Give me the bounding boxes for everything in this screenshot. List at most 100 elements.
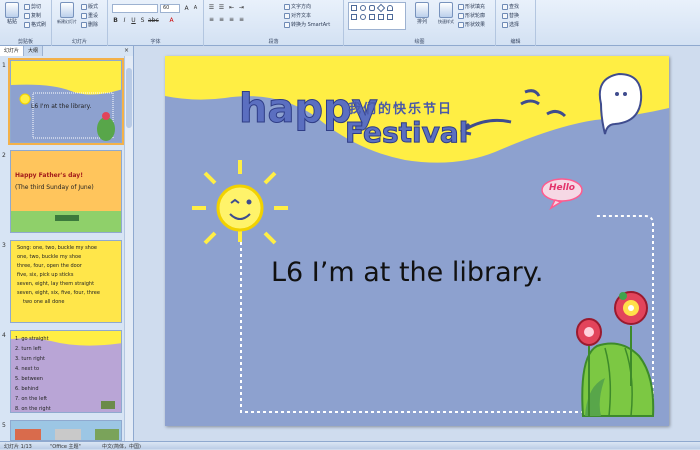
align-text-label: 对齐文本 xyxy=(291,13,312,19)
slide-thumbnail-5[interactable] xyxy=(10,420,122,441)
arrow-shape-icon[interactable] xyxy=(378,14,384,20)
delete-icon xyxy=(81,21,87,28)
grow-font-icon[interactable]: A xyxy=(183,5,190,12)
slide-thumbnail-2[interactable]: Happy Father's day! (The third Sunday of… xyxy=(10,150,122,233)
editing-group-label: 编辑 xyxy=(510,39,521,45)
font-color-button[interactable]: A xyxy=(168,17,175,24)
reset-icon xyxy=(81,12,87,19)
thumb-4-line-2: 2. turn left xyxy=(15,346,42,352)
thumb-3-line-4: five, six, pick up sticks xyxy=(17,272,74,278)
increase-indent-icon[interactable]: ⇥ xyxy=(238,4,245,11)
bullets-icon[interactable]: ☰ xyxy=(208,4,215,11)
font-name-combo[interactable] xyxy=(112,4,158,13)
cut-label: 剪切 xyxy=(31,4,42,10)
shadow-button[interactable]: S xyxy=(139,17,146,24)
thumb-3-line-3: three, four, open the door xyxy=(17,263,82,269)
text-direction-label: 文字方向 xyxy=(291,4,312,10)
oval-shape-icon[interactable] xyxy=(360,5,366,11)
scrollbar-thumb[interactable] xyxy=(126,68,132,128)
new-slide-button[interactable]: 新建幻灯片 xyxy=(56,2,78,32)
slide-number: 5 xyxy=(2,422,6,429)
slide-title[interactable]: L6 I’m at the library. xyxy=(271,257,543,288)
arrange-button[interactable]: 排列 xyxy=(412,2,432,32)
numbering-icon[interactable]: ☰ xyxy=(218,4,225,11)
shape-effects-label: 形状效果 xyxy=(465,22,486,28)
delete-slide-button[interactable]: 删除 xyxy=(81,21,98,28)
strikethrough-button[interactable]: abc xyxy=(148,17,159,24)
thumb-3-line-1: Song: one, two, buckle my shoe xyxy=(17,245,97,251)
slide-canvas[interactable]: happy Festival 我们的快乐节日 Hello L6 I’m at t… xyxy=(165,56,669,426)
cut-button[interactable]: 剪切 xyxy=(24,3,41,10)
arc-shape-icon[interactable] xyxy=(387,5,393,11)
text-direction-icon xyxy=(284,3,290,10)
tab-slides[interactable]: 幻灯片 xyxy=(0,46,25,56)
bold-button[interactable]: B xyxy=(112,17,119,24)
drawing-group: 排列 快速样式 形状填充 形状轮廓 形状效果 绘图 xyxy=(344,0,496,46)
star-shape-icon[interactable] xyxy=(387,14,393,20)
panel-scrollbar[interactable] xyxy=(124,56,133,441)
textbox-shape-icon[interactable] xyxy=(351,14,357,20)
replace-icon xyxy=(502,12,508,19)
align-left-icon[interactable]: ≡ xyxy=(208,16,215,23)
reset-button[interactable]: 重设 xyxy=(81,12,98,19)
logo-festival-text: Festival xyxy=(345,116,468,149)
reset-label: 重设 xyxy=(88,13,99,19)
thumb-2-line-1: Happy Father's day! xyxy=(15,172,83,179)
slide-thumbnail-1[interactable]: L6 I'm at the library. xyxy=(8,58,124,145)
slide-thumbnail-3[interactable]: Song: one, two, buckle my shoe one, two,… xyxy=(10,240,122,323)
thumb-5-art xyxy=(15,429,119,440)
circle-shape-icon[interactable] xyxy=(360,14,366,20)
find-button[interactable]: 查找 xyxy=(502,3,519,10)
shape-fill-button[interactable]: 形状填充 xyxy=(458,3,485,10)
paste-button[interactable]: 粘贴 xyxy=(2,2,22,32)
align-text-button[interactable]: 对齐文本 xyxy=(284,12,311,19)
thumb-3-line-5: seven, eight, lay them straight xyxy=(17,281,95,287)
select-button[interactable]: 选择 xyxy=(502,21,519,28)
underline-button[interactable]: U xyxy=(130,17,137,24)
replace-button[interactable]: 替换 xyxy=(502,12,519,19)
clipboard-group: 粘贴 剪切 复制 格式刷 剪贴板 xyxy=(0,0,52,46)
slide-canvas-area: happy Festival 我们的快乐节日 Hello L6 I’m at t… xyxy=(135,46,700,441)
replace-label: 替换 xyxy=(509,13,520,19)
slide-thumbnail-4[interactable]: 1. go straight 2. turn left 3. turn righ… xyxy=(10,330,122,413)
find-label: 查找 xyxy=(509,4,520,10)
layout-label: 版式 xyxy=(88,4,99,10)
slide-number: 4 xyxy=(2,332,6,339)
thumb-4-line-1: 1. go straight xyxy=(15,336,49,342)
slides-group: 新建幻灯片 版式 重设 删除 幻灯片 xyxy=(52,0,108,46)
thumb-4-line-4: 4. next to xyxy=(15,366,40,372)
paint-bucket-icon xyxy=(458,3,464,10)
justify-icon[interactable]: ≡ xyxy=(238,16,245,23)
align-text-icon xyxy=(284,12,290,19)
shape-fill-label: 形状填充 xyxy=(465,4,486,10)
shrink-font-icon[interactable]: A xyxy=(192,5,199,12)
font-group: 60 A A B I U S abc A 字体 xyxy=(108,0,204,46)
paragraph-group: ☰ ☰ ⇤ ⇥ ≡ ≡ ≡ ≡ 文字方向 对齐文本 转换为 SmartArt 段… xyxy=(204,0,344,46)
shape-effects-button[interactable]: 形状效果 xyxy=(458,21,485,28)
copy-label: 复制 xyxy=(31,13,42,19)
layout-icon xyxy=(81,3,87,10)
italic-button[interactable]: I xyxy=(121,17,128,24)
font-size-combo[interactable]: 60 xyxy=(160,4,180,13)
close-icon[interactable]: × xyxy=(124,47,129,54)
quick-styles-button[interactable]: 快速样式 xyxy=(434,2,458,32)
rectangle-shape-icon[interactable] xyxy=(351,5,357,11)
rounded-rect-shape-icon[interactable] xyxy=(369,5,375,11)
line-shape-icon[interactable] xyxy=(369,14,375,20)
shapes-gallery[interactable] xyxy=(348,2,406,30)
shape-outline-button[interactable]: 形状轮廓 xyxy=(458,12,485,19)
thumb-1-title: L6 I'm at the library. xyxy=(31,103,92,110)
text-direction-button[interactable]: 文字方向 xyxy=(284,3,311,10)
smartart-icon xyxy=(284,21,290,28)
decrease-indent-icon[interactable]: ⇤ xyxy=(228,4,235,11)
format-painter-button[interactable]: 格式刷 xyxy=(24,21,46,28)
diamond-shape-icon[interactable] xyxy=(376,3,386,13)
layout-button[interactable]: 版式 xyxy=(81,3,98,10)
align-right-icon[interactable]: ≡ xyxy=(228,16,235,23)
copy-button[interactable]: 复制 xyxy=(24,12,41,19)
tab-outline[interactable]: 大纲 xyxy=(24,46,44,56)
align-center-icon[interactable]: ≡ xyxy=(218,16,225,23)
thumb-4-line-8: 8. on the right xyxy=(15,406,51,412)
quick-styles-label: 快速样式 xyxy=(438,19,454,24)
smartart-button[interactable]: 转换为 SmartArt xyxy=(284,21,330,28)
